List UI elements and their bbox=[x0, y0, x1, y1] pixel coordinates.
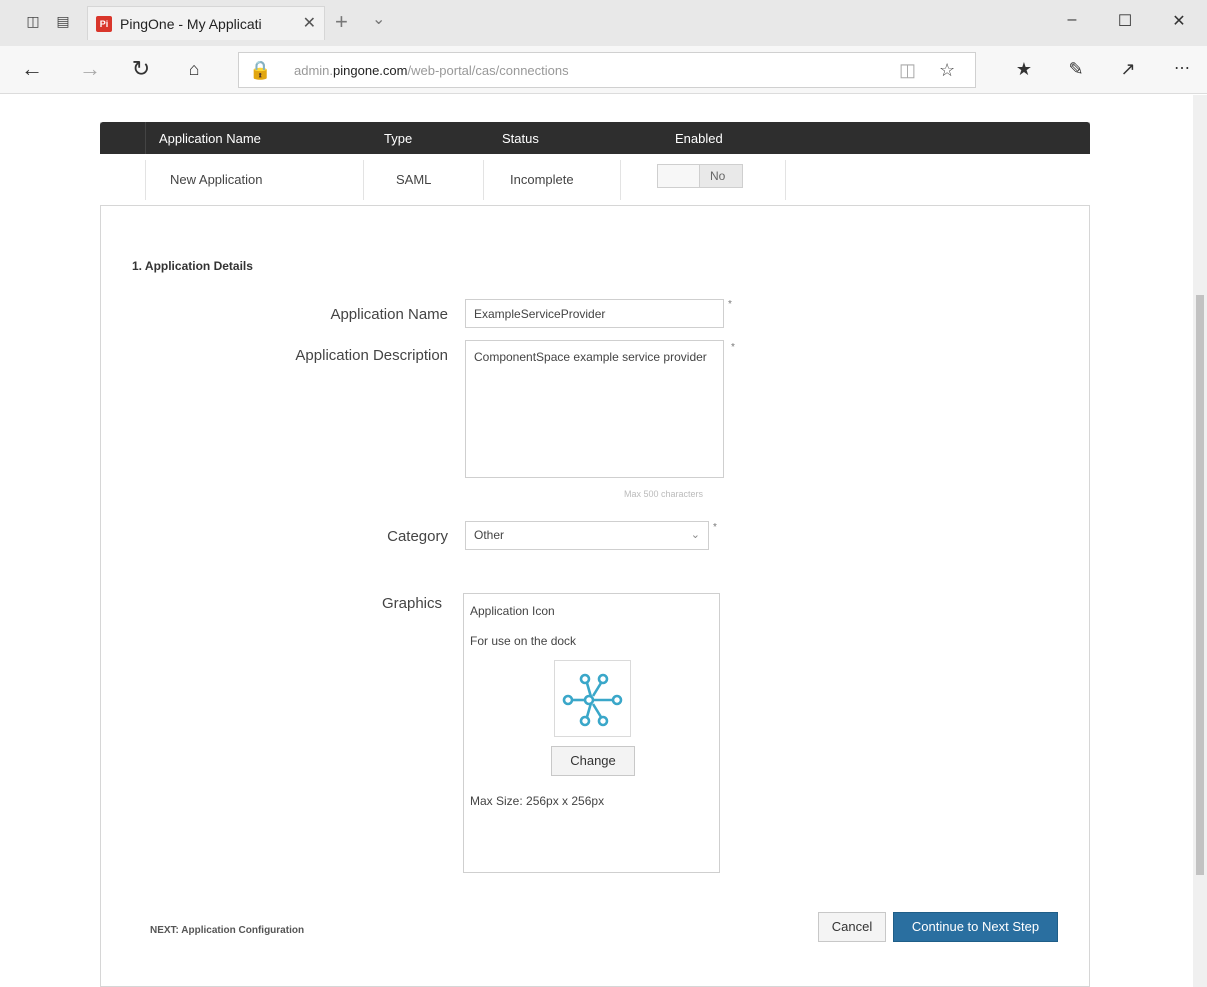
column-application-name: Application Name bbox=[159, 131, 261, 146]
next-step-label: NEXT: Application Configuration bbox=[150, 925, 305, 936]
favorites-hub-icon[interactable]: ★ bbox=[1010, 56, 1038, 82]
close-window-icon[interactable]: ✕ bbox=[1169, 11, 1189, 31]
url-text[interactable]: admin.pingone.com/web-portal/cas/connect… bbox=[294, 63, 569, 78]
column-status: Status bbox=[502, 131, 539, 146]
page-content: Application Name Type Status Enabled New… bbox=[0, 95, 1207, 987]
application-icon-preview bbox=[554, 660, 631, 737]
browser-navbar: ← → ↻ ⌂ 🔒 admin.pingone.com/web-portal/c… bbox=[0, 46, 1207, 94]
cancel-button[interactable]: Cancel bbox=[818, 912, 886, 942]
row-separator bbox=[145, 160, 146, 200]
browser-titlebar: ◫ ▤ Pi PingOne - My Applicati ✕ + ⌄ – ☐ … bbox=[0, 0, 1207, 46]
maximize-icon[interactable]: ☐ bbox=[1115, 11, 1135, 31]
lock-icon: 🔒 bbox=[249, 60, 272, 80]
share-icon[interactable]: ↗ bbox=[1114, 56, 1142, 82]
category-selected-value: Other bbox=[474, 528, 505, 542]
tab-manager-icon[interactable]: ◫ bbox=[24, 12, 42, 30]
graphics-size-hint: Max Size: 256px x 256px bbox=[470, 794, 605, 808]
row-separator bbox=[785, 160, 786, 200]
pingone-favicon: Pi bbox=[96, 16, 112, 32]
graphics-title: Application Icon bbox=[470, 604, 555, 618]
favorite-star-icon[interactable]: ☆ bbox=[939, 60, 955, 81]
graphics-label: Graphics bbox=[381, 595, 442, 612]
reading-view-icon[interactable]: ◫ bbox=[899, 60, 916, 81]
back-icon[interactable]: ← bbox=[18, 56, 46, 82]
required-marker: * bbox=[728, 299, 732, 310]
web-note-icon[interactable]: ✎ bbox=[1062, 56, 1090, 82]
tab-title: PingOne - My Applicati bbox=[120, 16, 262, 32]
connection-hub-icon bbox=[562, 673, 623, 727]
column-type: Type bbox=[384, 131, 413, 146]
tab-preview-chevron-icon[interactable]: ⌄ bbox=[372, 9, 385, 29]
category-label: Category bbox=[387, 528, 448, 545]
new-tab-icon[interactable]: + bbox=[335, 9, 348, 35]
application-description-textarea[interactable]: ComponentSpace example service provider bbox=[465, 340, 724, 478]
header-separator bbox=[145, 122, 146, 154]
scrollbar-thumb[interactable] bbox=[1196, 295, 1204, 875]
column-enabled: Enabled bbox=[675, 131, 723, 146]
description-hint: Max 500 characters bbox=[624, 489, 704, 499]
row-separator bbox=[620, 160, 621, 200]
change-icon-button[interactable]: Change bbox=[551, 746, 635, 776]
graphics-subtitle: For use on the dock bbox=[470, 634, 577, 648]
minimize-icon[interactable]: – bbox=[1062, 11, 1082, 29]
more-options-icon[interactable]: ⋯ bbox=[1168, 56, 1196, 82]
section-title: 1. Application Details bbox=[132, 259, 253, 273]
home-icon[interactable]: ⌂ bbox=[180, 56, 208, 82]
browser-tab[interactable]: Pi PingOne - My Applicati ✕ bbox=[87, 6, 325, 40]
category-select[interactable]: Other ⌄ bbox=[465, 521, 709, 550]
set-tabs-aside-icon[interactable]: ▤ bbox=[54, 12, 72, 30]
table-row[interactable]: New Application SAML Incomplete No bbox=[100, 154, 1090, 206]
application-name-label: Application Name bbox=[330, 306, 448, 323]
continue-button[interactable]: Continue to Next Step bbox=[893, 912, 1058, 942]
toggle-knob bbox=[658, 165, 700, 187]
toggle-label: No bbox=[710, 169, 726, 183]
applications-table-header: Application Name Type Status Enabled bbox=[100, 122, 1090, 154]
forward-icon[interactable]: → bbox=[76, 56, 104, 82]
enabled-toggle[interactable]: No bbox=[657, 164, 743, 188]
required-marker: * bbox=[731, 342, 735, 353]
cell-status: Incomplete bbox=[510, 172, 574, 187]
cell-type: SAML bbox=[396, 172, 432, 187]
row-separator bbox=[483, 160, 484, 200]
page-scrollbar[interactable] bbox=[1193, 95, 1207, 987]
cell-application-name: New Application bbox=[170, 172, 263, 187]
graphics-panel: Application Icon For use on the dock Cha… bbox=[463, 593, 720, 873]
required-marker: * bbox=[713, 522, 717, 533]
application-description-label: Application Description bbox=[295, 347, 448, 364]
application-name-input[interactable] bbox=[465, 299, 724, 328]
chevron-down-icon: ⌄ bbox=[690, 529, 700, 541]
refresh-icon[interactable]: ↻ bbox=[127, 56, 155, 82]
row-separator bbox=[363, 160, 364, 200]
address-bar[interactable]: 🔒 admin.pingone.com/web-portal/cas/conne… bbox=[238, 52, 976, 88]
tab-close-icon[interactable]: ✕ bbox=[303, 13, 316, 33]
